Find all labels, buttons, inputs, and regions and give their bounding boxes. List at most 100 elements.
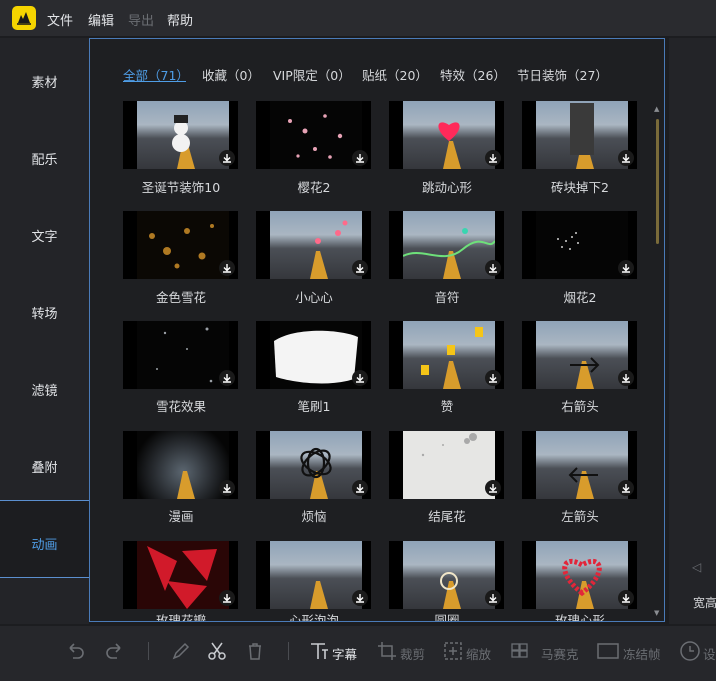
freeze-frame-button[interactable]: 冻结帧 (623, 644, 661, 663)
download-icon[interactable] (352, 480, 368, 496)
tab-vip[interactable]: VIP限定（0） (273, 65, 351, 84)
bird-logo-icon (17, 12, 31, 25)
tile-label: 右箭头 (561, 399, 599, 414)
download-icon[interactable] (219, 480, 235, 496)
tile-label: 烟花2 (563, 290, 597, 305)
undo-icon[interactable] (64, 640, 86, 662)
animation-tile[interactable] (123, 541, 238, 609)
tile-label: 笔刷1 (297, 399, 331, 414)
redo-icon[interactable] (104, 640, 126, 662)
subtitle-button[interactable]: 字幕 (332, 644, 357, 663)
sidebar-item-animation[interactable]: 动画 (0, 534, 89, 553)
download-icon[interactable] (618, 590, 634, 606)
scissors-icon[interactable] (206, 640, 228, 662)
trash-icon[interactable] (244, 640, 266, 662)
mosaic-icon[interactable] (510, 640, 538, 662)
sidebar-item-transition[interactable]: 转场 (0, 303, 89, 322)
download-icon[interactable] (219, 370, 235, 386)
download-icon[interactable] (352, 150, 368, 166)
freeze-frame-icon[interactable] (596, 640, 622, 662)
sidebar-item-music[interactable]: 配乐 (0, 149, 89, 168)
animation-tile[interactable] (522, 321, 637, 389)
zoom-button[interactable]: 缩放 (466, 644, 491, 663)
tile-label: 小心心 (295, 290, 333, 305)
animation-tile[interactable] (256, 101, 371, 169)
tab-holiday[interactable]: 节日装饰（27） (517, 65, 608, 84)
app-logo (12, 6, 36, 30)
download-icon[interactable] (219, 150, 235, 166)
settings-icon[interactable] (678, 640, 702, 662)
pencil-icon[interactable] (170, 640, 192, 662)
animation-panel: 全部（71） 收藏（0） VIP限定（0） 贴纸（20） 特效（26） 节日装饰… (89, 38, 665, 622)
preview-panel (669, 38, 716, 624)
menu-help[interactable]: 帮助 (167, 10, 193, 29)
tab-stickers[interactable]: 贴纸（20） (362, 65, 428, 84)
collapse-left-icon[interactable]: ◁ (692, 560, 701, 574)
toolbar-separator (148, 642, 149, 660)
animation-tile[interactable] (522, 211, 637, 279)
tab-favorites[interactable]: 收藏（0） (202, 65, 260, 84)
animation-tile[interactable] (522, 101, 637, 169)
menu-edit[interactable]: 编辑 (88, 10, 114, 29)
download-icon[interactable] (485, 260, 501, 276)
tile-label: 玫瑰心形 (554, 613, 605, 621)
tab-effects[interactable]: 特效（26） (440, 65, 506, 84)
menu-export[interactable]: 导出 (128, 10, 154, 29)
crop-icon[interactable] (376, 640, 398, 662)
tile-label: 心形泡泡 (288, 613, 339, 621)
animation-tile[interactable] (256, 211, 371, 279)
animation-tile[interactable] (123, 431, 238, 499)
toolbar-separator (288, 642, 289, 660)
scroll-down-arrow[interactable]: ▼ (654, 609, 659, 617)
scrollbar-thumb[interactable] (656, 119, 659, 244)
animation-tile[interactable] (522, 541, 637, 609)
zoom-icon[interactable] (442, 640, 464, 662)
active-tab-underline (123, 81, 186, 82)
mosaic-button[interactable]: 马赛克 (541, 644, 579, 663)
animation-tile[interactable] (389, 541, 504, 609)
scroll-up-arrow[interactable]: ▲ (654, 105, 659, 113)
clipped-row-labels: 玫瑰花瓣 心形泡泡 圆圈 玫瑰心形 (90, 613, 656, 621)
tile-label: 樱花2 (297, 180, 331, 195)
download-icon[interactable] (618, 150, 634, 166)
tile-label: 左箭头 (561, 509, 599, 524)
text-icon[interactable] (308, 640, 330, 662)
animation-tile[interactable] (389, 211, 504, 279)
download-icon[interactable] (618, 480, 634, 496)
download-icon[interactable] (485, 150, 501, 166)
download-icon[interactable] (485, 590, 501, 606)
settings-button[interactable]: 设 (703, 644, 716, 663)
animation-tile[interactable] (123, 211, 238, 279)
bottom-toolbar: 字幕 裁剪 缩放 马赛克 冻结帧 设 (0, 626, 716, 681)
download-icon[interactable] (485, 370, 501, 386)
tile-label: 圣诞节装饰10 (141, 180, 221, 195)
animation-tile[interactable] (389, 321, 504, 389)
download-icon[interactable] (219, 590, 235, 606)
animation-tile[interactable] (389, 101, 504, 169)
sidebar-item-text[interactable]: 文字 (0, 226, 89, 245)
aspect-ratio-label[interactable]: 宽高 (693, 594, 716, 611)
download-icon[interactable] (219, 260, 235, 276)
animation-tile[interactable] (522, 431, 637, 499)
sidebar-item-material[interactable]: 素材 (0, 72, 89, 91)
animation-tile[interactable] (256, 431, 371, 499)
tile-label: 漫画 (168, 509, 194, 524)
tile-label: 跳动心形 (421, 180, 472, 195)
download-icon[interactable] (352, 370, 368, 386)
animation-tile[interactable] (389, 431, 504, 499)
animation-tile[interactable] (256, 321, 371, 389)
tile-label: 玫瑰花瓣 (155, 613, 206, 621)
tile-label: 赞 (440, 399, 454, 414)
animation-tile[interactable] (123, 101, 238, 169)
menu-file[interactable]: 文件 (47, 10, 73, 29)
sidebar-item-overlay[interactable]: 叠附 (0, 457, 89, 476)
download-icon[interactable] (618, 260, 634, 276)
download-icon[interactable] (352, 260, 368, 276)
download-icon[interactable] (618, 370, 634, 386)
download-icon[interactable] (352, 590, 368, 606)
crop-button[interactable]: 裁剪 (400, 644, 425, 663)
animation-tile[interactable] (123, 321, 238, 389)
sidebar-item-filter[interactable]: 滤镜 (0, 380, 89, 399)
animation-tile[interactable] (256, 541, 371, 609)
download-icon[interactable] (485, 480, 501, 496)
